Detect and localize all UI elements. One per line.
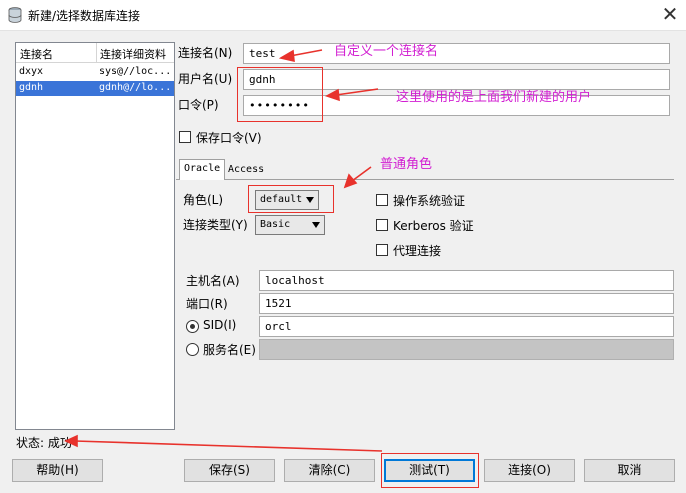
annotation-arrows bbox=[64, 49, 383, 452]
annotation-custom-name: 自定义一个连接名 bbox=[334, 44, 439, 59]
annotation-user-note: 这里使用的是上面我们新建的用户 bbox=[396, 90, 592, 105]
annotation-role-note: 普通角色 bbox=[380, 157, 433, 172]
